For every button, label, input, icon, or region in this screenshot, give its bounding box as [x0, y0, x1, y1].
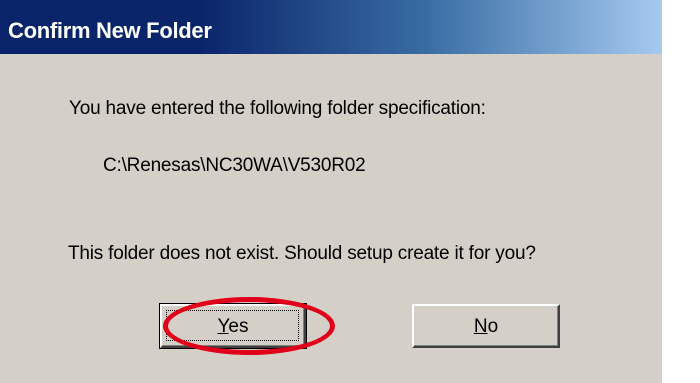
title-bar[interactable]: Confirm New Folder — [0, 0, 662, 54]
no-mnemonic: N — [473, 316, 488, 337]
no-label-rest: o — [487, 316, 499, 337]
confirm-new-folder-dialog: Confirm New Folder You have entered the … — [0, 0, 662, 383]
yes-label-rest: es — [228, 316, 249, 337]
dialog-title: Confirm New Folder — [8, 18, 212, 43]
yes-button-label: Yes — [162, 316, 304, 338]
folder-spec-message: You have entered the following folder sp… — [69, 98, 486, 119]
yes-button[interactable]: Yes — [159, 303, 307, 349]
no-button[interactable]: No — [412, 304, 560, 348]
screenshot: Confirm New Folder You have entered the … — [0, 0, 700, 383]
no-button-label: No — [414, 316, 558, 338]
yes-mnemonic: Y — [217, 316, 229, 337]
background-margin — [662, 0, 700, 383]
folder-path-text: C:\Renesas\NC30WA\V530R02 — [103, 155, 366, 176]
create-folder-question: This folder does not exist. Should setup… — [68, 243, 536, 264]
